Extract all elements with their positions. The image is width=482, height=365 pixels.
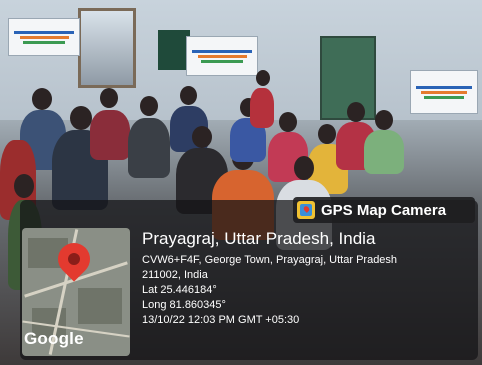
location-city: Prayagraj, Uttar Pradesh, India (142, 229, 376, 248)
app-tag-label: GPS Map Camera (321, 201, 447, 219)
gps-camera-icon (297, 201, 315, 219)
latitude: Lat 25.446184° (142, 284, 217, 296)
address-line-2: 211002, India (142, 269, 208, 281)
date-time: 13/10/22 12:03 PM GMT +05:30 (142, 314, 300, 326)
location-info: Prayagraj, Uttar Pradesh, India CVW6+F4F… (142, 229, 474, 328)
gps-map-camera-tag: GPS Map Camera (293, 197, 475, 223)
address-line-1: CVW6+F4F, George Town, Prayagraj, Uttar … (142, 254, 398, 266)
longitude: Long 81.860345° (142, 299, 226, 311)
classroom-photo: Google GPS Map Camera Prayagraj, Uttar P… (0, 0, 482, 365)
wall-banner-left (8, 18, 80, 56)
map-brand-label: Google (24, 329, 84, 348)
